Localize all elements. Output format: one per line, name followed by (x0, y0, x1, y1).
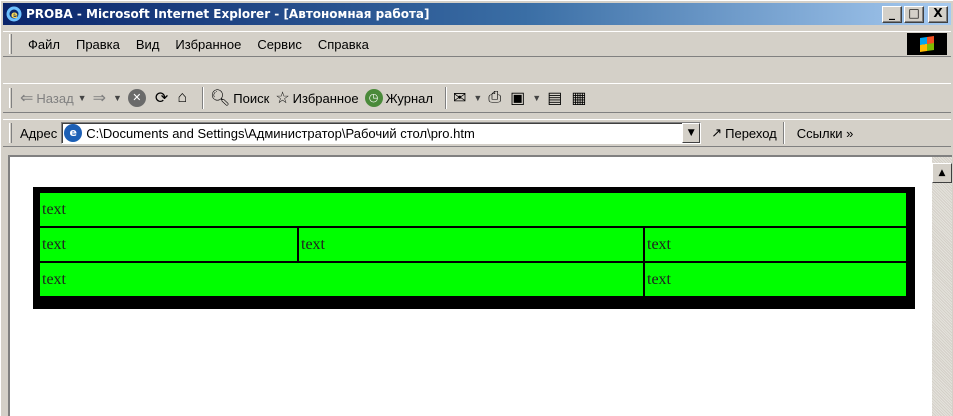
messenger-icon: ▦ (571, 90, 587, 107)
favorites-icon: ☆ (275, 90, 290, 107)
window-title: PROBA - Microsoft Internet Explorer - [А… (26, 7, 430, 21)
minimize-button[interactable]: _ (882, 6, 902, 23)
table-cell: text (40, 228, 297, 261)
history-icon: ◷ (364, 89, 383, 107)
toolbar-grip[interactable] (9, 88, 12, 108)
messenger-button[interactable]: ▦ (571, 88, 589, 108)
links-button[interactable]: Ссылки » (797, 126, 854, 141)
edit-button[interactable]: ▣ ▼ (510, 88, 541, 108)
refresh-icon: ⟳ (154, 90, 169, 107)
table-row: text (40, 193, 908, 226)
page-viewport: ▲ text text text text text text (8, 155, 952, 416)
menu-help[interactable]: Справка (310, 37, 377, 52)
back-label: Назад (36, 90, 74, 106)
menu-tools[interactable]: Сервис (249, 37, 310, 52)
table-cell: text (645, 228, 906, 261)
menu-edit[interactable]: Правка (68, 37, 128, 52)
menu-grip[interactable] (9, 34, 12, 54)
mail-button[interactable]: ✉ ▼ (453, 88, 482, 108)
address-bar: Адрес e C:\Documents and Settings\Админи… (3, 119, 951, 147)
table-cell: text (40, 263, 643, 296)
menu-view[interactable]: Вид (128, 37, 168, 52)
standard-toolbar: ⇐ Назад ▼ ⇒ ▼ ✕ ⟳ ⌂ 🔍︎ Поиск ☆ Избранное… (3, 83, 951, 113)
search-label: Поиск (233, 90, 270, 106)
edit-dropdown-icon[interactable]: ▼ (532, 93, 541, 103)
svg-text:e: e (11, 10, 18, 21)
scroll-up-icon[interactable]: ▲ (932, 163, 952, 183)
back-button[interactable]: ⇐ Назад ▼ (20, 88, 87, 108)
table-cell: text (645, 263, 906, 296)
refresh-button[interactable]: ⟳ (155, 88, 171, 108)
discuss-icon: ▤ (547, 90, 563, 107)
table-row: text text (40, 263, 908, 296)
print-icon: ⎙ (488, 89, 502, 106)
go-arrow-icon: ↗ (711, 125, 723, 140)
menu-file[interactable]: Файл (20, 37, 68, 52)
discuss-button[interactable]: ▤ (547, 88, 565, 108)
favorites-label: Избранное (292, 90, 359, 106)
windows-logo-icon (907, 33, 947, 55)
table-row: text text text (40, 228, 908, 261)
print-button[interactable]: ⎙ (488, 89, 504, 107)
edit-icon: ▣ (510, 90, 526, 107)
address-label: Адрес (20, 125, 58, 141)
back-arrow-icon: ⇐ (20, 90, 34, 107)
toolbar-separator (201, 87, 204, 109)
address-input[interactable]: e C:\Documents and Settings\Администрато… (61, 122, 702, 144)
toolbar-separator (445, 87, 447, 109)
home-icon: ⌂ (177, 89, 187, 106)
page-table: text text text text text text (33, 187, 915, 309)
stop-icon: ✕ (127, 89, 146, 107)
maximize-button[interactable]: □ (904, 6, 924, 23)
search-button[interactable]: 🔍︎ Поиск (210, 88, 269, 108)
page-icon: e (64, 124, 83, 142)
menu-favorites[interactable]: Избранное (167, 37, 249, 52)
favorites-button[interactable]: ☆ Избранное (275, 88, 358, 108)
mail-icon: ✉ (453, 90, 467, 107)
forward-dropdown-icon[interactable]: ▼ (113, 93, 122, 103)
vertical-scrollbar[interactable]: ▲ (932, 157, 952, 416)
back-dropdown-icon[interactable]: ▼ (78, 93, 87, 103)
table-cell: text (299, 228, 643, 261)
history-button[interactable]: ◷ Журнал (364, 89, 433, 107)
home-button[interactable]: ⌂ (177, 89, 190, 107)
window-controls: _ □ X (880, 6, 948, 23)
address-dropdown-icon[interactable]: ▼ (682, 123, 701, 143)
ie-logo-icon: e (6, 6, 22, 22)
address-value: C:\Documents and Settings\Администратор\… (86, 125, 475, 141)
go-button[interactable]: ↗ Переход (711, 125, 777, 141)
stop-button[interactable]: ✕ (127, 89, 149, 107)
history-label: Журнал (385, 90, 433, 106)
forward-arrow-icon: ⇒ (92, 90, 106, 107)
address-grip[interactable] (9, 123, 12, 143)
close-button[interactable]: X (928, 6, 948, 23)
mail-dropdown-icon[interactable]: ▼ (473, 93, 482, 103)
menu-bar: Файл Правка Вид Избранное Сервис Справка (3, 31, 951, 57)
forward-button[interactable]: ⇒ ▼ (93, 88, 122, 108)
table-cell: text (40, 193, 906, 226)
go-label: Переход (725, 125, 777, 141)
search-icon: 🔍︎ (209, 90, 231, 107)
title-bar[interactable]: e PROBA - Microsoft Internet Explorer - … (3, 3, 951, 25)
ie-window: e PROBA - Microsoft Internet Explorer - … (0, 0, 953, 416)
address-separator (782, 122, 785, 144)
